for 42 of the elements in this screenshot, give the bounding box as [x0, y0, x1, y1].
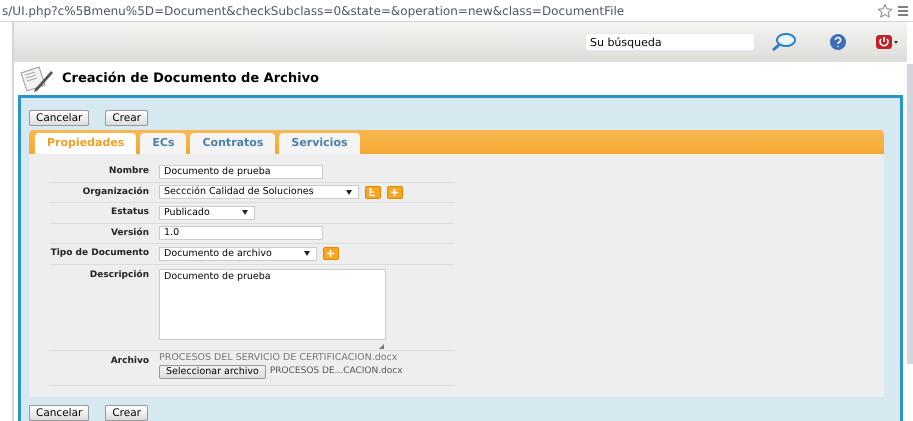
create-button[interactable]: Crear [105, 405, 148, 421]
dropdown[interactable]: Publicado [159, 206, 255, 220]
tree-icon [368, 188, 378, 197]
choose-file-button[interactable]: Seleccionar archivo [159, 364, 266, 379]
search-icon[interactable] [771, 32, 797, 52]
dropdown[interactable]: Documento de archivo [159, 246, 317, 261]
dropdown[interactable]: Seccción Calidad de Soluciones [159, 185, 359, 200]
current-file-name: PROCESOS DEL SERVICIO DE CERTIFICACION.docx [159, 350, 398, 364]
document-pencil-icon [18, 64, 54, 93]
star-icon[interactable] [877, 2, 893, 18]
caret-icon [304, 251, 310, 256]
chosen-file-name: PROCESOS DE...CACION.docx [270, 365, 403, 378]
tab[interactable]: ECs [140, 133, 186, 154]
field-label: Archivo [110, 354, 150, 368]
plus-icon [390, 188, 400, 197]
tab[interactable]: Servicios [279, 133, 360, 154]
field-label: Descripción [88, 268, 150, 282]
tree-button[interactable] [364, 186, 381, 199]
text-field[interactable]: Documento de prueba [159, 164, 323, 179]
resize-grip-icon[interactable] [379, 344, 384, 348]
text-area[interactable]: Documento de prueba [159, 268, 386, 340]
cancel-button[interactable]: Cancelar [29, 405, 90, 421]
field-label: Estatus [110, 206, 150, 219]
search-field[interactable]: Su búsqueda [585, 33, 755, 52]
add-button[interactable] [322, 247, 339, 260]
field-label: Versión [110, 226, 150, 240]
field-label: Organización [82, 186, 150, 198]
field-label: Tipo de Documento [50, 247, 150, 260]
plus-icon [326, 249, 336, 258]
caret-icon [242, 210, 248, 216]
power-menu-icon[interactable] [875, 34, 899, 50]
add-button[interactable] [386, 186, 403, 199]
field-label: Nombre [108, 165, 150, 178]
text-field[interactable]: 1.0 [159, 226, 323, 240]
page-title: Creación de Documento de Archivo [62, 70, 319, 88]
cancel-button[interactable]: Cancelar [29, 110, 90, 126]
help-icon[interactable] [829, 33, 847, 52]
caret-icon [346, 190, 352, 195]
menu-icon[interactable] [897, 4, 909, 16]
tab[interactable]: Contratos [190, 133, 276, 154]
address-url[interactable]: s/UI.php?c%5Bmenu%5D=Document&checkSubclass=0&state=&operation=new&class=DocumentFile [2, 2, 877, 20]
create-button[interactable]: Crear [105, 110, 148, 126]
